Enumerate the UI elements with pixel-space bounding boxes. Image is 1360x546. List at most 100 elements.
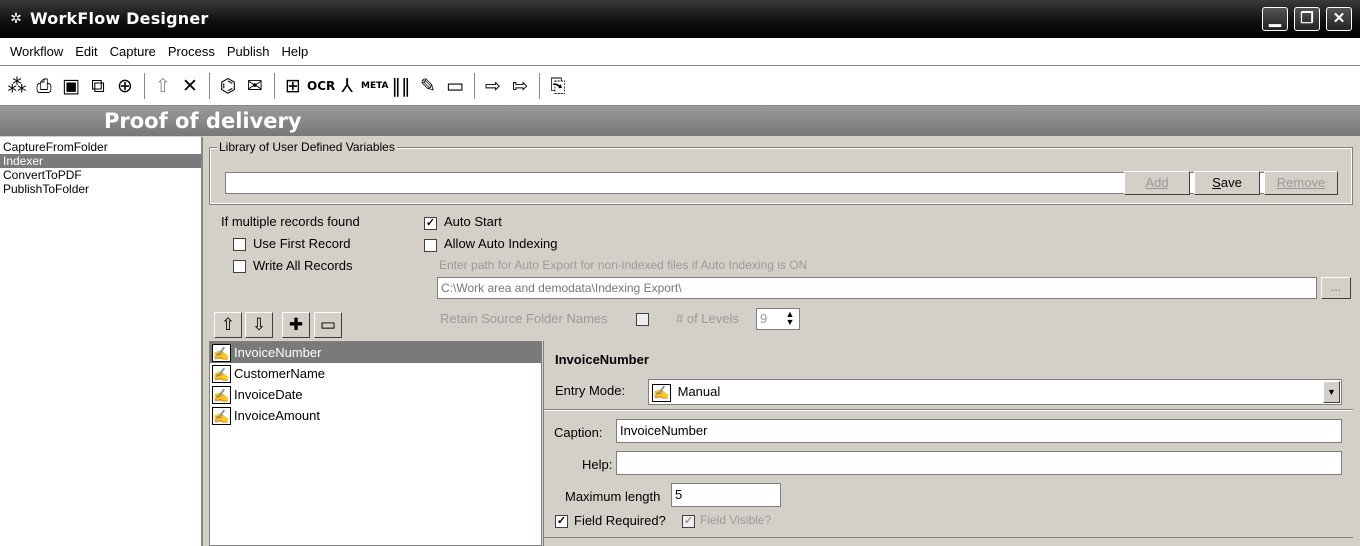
capture-email-icon[interactable]: ✉ bbox=[242, 72, 268, 100]
signature-icon[interactable]: ✎ bbox=[415, 72, 441, 100]
step-list[interactable]: CaptureFromFolder Indexer ConvertToPDF P… bbox=[0, 137, 203, 546]
save-as-icon[interactable]: ⧉ bbox=[85, 72, 111, 100]
publish-to-folder-icon[interactable]: ⇰ bbox=[507, 72, 533, 100]
scan-icon[interactable]: ⊞ bbox=[280, 72, 306, 100]
gear-icon: ✲ bbox=[10, 10, 22, 26]
properties-title: InvoiceNumber bbox=[555, 352, 649, 367]
field-required-checkbox[interactable]: ✓ bbox=[555, 515, 568, 528]
field-visible-checkbox[interactable]: ✓ bbox=[682, 515, 695, 528]
delete-icon[interactable]: ✕ bbox=[177, 72, 203, 100]
pdf-icon[interactable]: ⅄ bbox=[334, 72, 360, 100]
meta-icon[interactable]: META bbox=[361, 72, 389, 100]
upload-icon[interactable]: ⇧ bbox=[150, 72, 176, 100]
spin-arrows-icon[interactable]: ▲ ▼ bbox=[782, 310, 798, 328]
allow-auto-indexing-label: Allow Auto Indexing bbox=[444, 236, 558, 251]
add-variable-button[interactable]: Add bbox=[1124, 171, 1190, 195]
list-item[interactable]: ✍ InvoiceDate bbox=[210, 384, 541, 405]
menu-publish[interactable]: Publish bbox=[221, 44, 276, 59]
list-item[interactable]: ✍ InvoiceAmount bbox=[210, 405, 541, 426]
save-variable-button[interactable]: Save bbox=[1194, 171, 1260, 195]
field-name: InvoiceNumber bbox=[234, 345, 322, 360]
save-icon[interactable]: ▣ bbox=[58, 72, 84, 100]
entry-mode-value: Manual bbox=[677, 384, 721, 399]
field-properties-panel: InvoiceNumber Entry Mode: ✍ Manual ▼ Cap… bbox=[543, 341, 1353, 546]
max-length-field[interactable]: 5 bbox=[671, 483, 781, 507]
auto-start-label: Auto Start bbox=[444, 214, 502, 229]
help-field[interactable] bbox=[616, 451, 1342, 475]
entry-mode-select[interactable]: ✍ Manual ▼ bbox=[648, 379, 1342, 405]
write-all-records-checkbox[interactable] bbox=[233, 260, 246, 273]
minimize-button[interactable]: ▁ bbox=[1262, 7, 1288, 31]
caption-label: Caption: bbox=[554, 425, 603, 440]
max-length-label: Maximum length bbox=[565, 489, 661, 504]
divider bbox=[544, 409, 1353, 411]
page-title: Proof of delivery bbox=[0, 106, 1360, 136]
chevron-down-icon[interactable]: ▼ bbox=[1323, 381, 1340, 403]
window-title: WorkFlow Designer bbox=[30, 9, 209, 28]
auto-start-checkbox[interactable]: ✓ bbox=[424, 217, 437, 230]
step-item-capture-from-folder[interactable]: CaptureFromFolder bbox=[0, 140, 201, 154]
barcode-icon[interactable]: ‖‖ bbox=[388, 72, 414, 100]
restore-button[interactable]: ❐ bbox=[1294, 7, 1320, 31]
allow-auto-indexing-checkbox[interactable] bbox=[424, 239, 437, 252]
remove-variable-button[interactable]: Remove bbox=[1264, 171, 1338, 195]
field-required-label: Field Required? bbox=[574, 513, 666, 528]
export-path-field[interactable]: C:\Work area and demodata\Indexing Expor… bbox=[437, 277, 1317, 299]
browse-button[interactable]: ... bbox=[1321, 277, 1351, 299]
list-item[interactable]: ✍ CustomerName bbox=[210, 363, 541, 384]
toolbar-separator bbox=[539, 72, 540, 99]
toolbar-separator bbox=[274, 72, 275, 99]
toolbar-separator bbox=[474, 72, 475, 99]
field-icon: ✍ bbox=[212, 343, 231, 362]
entry-mode-label: Entry Mode: bbox=[555, 383, 626, 398]
title-bar: ✲ WorkFlow Designer ▁ ❐ ✕ bbox=[0, 0, 1360, 38]
field-icon: ✍ bbox=[212, 364, 231, 383]
export-path-label: Enter path for Auto Export for non-index… bbox=[439, 258, 808, 272]
toolbar-separator bbox=[209, 72, 210, 99]
menu-bar: Workflow Edit Capture Process Publish He… bbox=[0, 38, 1360, 66]
remove-field-button[interactable]: ▭ bbox=[314, 312, 342, 338]
write-all-records-label: Write All Records bbox=[253, 258, 353, 273]
comment-icon[interactable]: ▭ bbox=[442, 72, 468, 100]
caption-field[interactable]: InvoiceNumber bbox=[616, 419, 1342, 443]
field-list[interactable]: ✍ InvoiceNumber ✍ CustomerName ✍ Invoice… bbox=[209, 341, 542, 546]
menu-capture[interactable]: Capture bbox=[104, 44, 162, 59]
menu-workflow[interactable]: Workflow bbox=[4, 44, 69, 59]
divider bbox=[544, 537, 1353, 546]
preview-icon[interactable]: ⎘ bbox=[545, 72, 571, 100]
retain-folder-names-label: Retain Source Folder Names bbox=[440, 311, 608, 326]
field-name: InvoiceAmount bbox=[234, 408, 320, 423]
step-item-publish-to-folder[interactable]: PublishToFolder bbox=[0, 182, 201, 196]
levels-stepper[interactable]: 9 ▲ ▼ bbox=[756, 308, 800, 330]
library-legend: Library of User Defined Variables bbox=[217, 140, 397, 154]
multiple-records-label: If multiple records found bbox=[221, 214, 360, 229]
use-first-record-checkbox[interactable] bbox=[233, 238, 246, 251]
step-item-convert-to-pdf[interactable]: ConvertToPDF bbox=[0, 168, 201, 182]
print-icon[interactable]: ⎙ bbox=[31, 72, 57, 100]
menu-edit[interactable]: Edit bbox=[69, 44, 103, 59]
new-workflow-icon[interactable]: ⁂ bbox=[4, 72, 30, 100]
field-icon: ✍ bbox=[212, 406, 231, 425]
move-down-button[interactable]: ⇩ bbox=[245, 312, 273, 338]
field-visible-label: Field Visible? bbox=[700, 513, 772, 527]
menu-process[interactable]: Process bbox=[162, 44, 221, 59]
use-first-record-label: Use First Record bbox=[253, 236, 351, 251]
publish-icon[interactable]: ⇨ bbox=[480, 72, 506, 100]
lock-icon[interactable]: ⊕ bbox=[112, 72, 138, 100]
help-label: Help: bbox=[582, 457, 613, 472]
levels-value: 9 bbox=[760, 311, 768, 326]
menu-help[interactable]: Help bbox=[275, 44, 314, 59]
retain-folder-names-checkbox[interactable] bbox=[636, 313, 649, 326]
levels-label: # of Levels bbox=[676, 311, 739, 326]
move-up-button[interactable]: ⇧ bbox=[214, 312, 242, 338]
toolbar: ⁂ ⎙ ▣ ⧉ ⊕ ⇧ ✕ ⌬ ✉ ⊞ OCR ⅄ META ‖‖ ✎ ▭ ⇨ … bbox=[0, 66, 1360, 106]
capture-folder-icon[interactable]: ⌬ bbox=[215, 72, 241, 100]
field-name: InvoiceDate bbox=[234, 387, 303, 402]
step-item-indexer[interactable]: Indexer bbox=[0, 154, 201, 168]
ocr-icon[interactable]: OCR bbox=[307, 72, 335, 100]
manual-entry-icon: ✍ bbox=[652, 383, 671, 402]
field-name: CustomerName bbox=[234, 366, 326, 381]
add-field-button[interactable]: ✚ bbox=[282, 312, 310, 338]
list-item[interactable]: ✍ InvoiceNumber bbox=[210, 342, 541, 363]
close-button[interactable]: ✕ bbox=[1326, 7, 1352, 31]
